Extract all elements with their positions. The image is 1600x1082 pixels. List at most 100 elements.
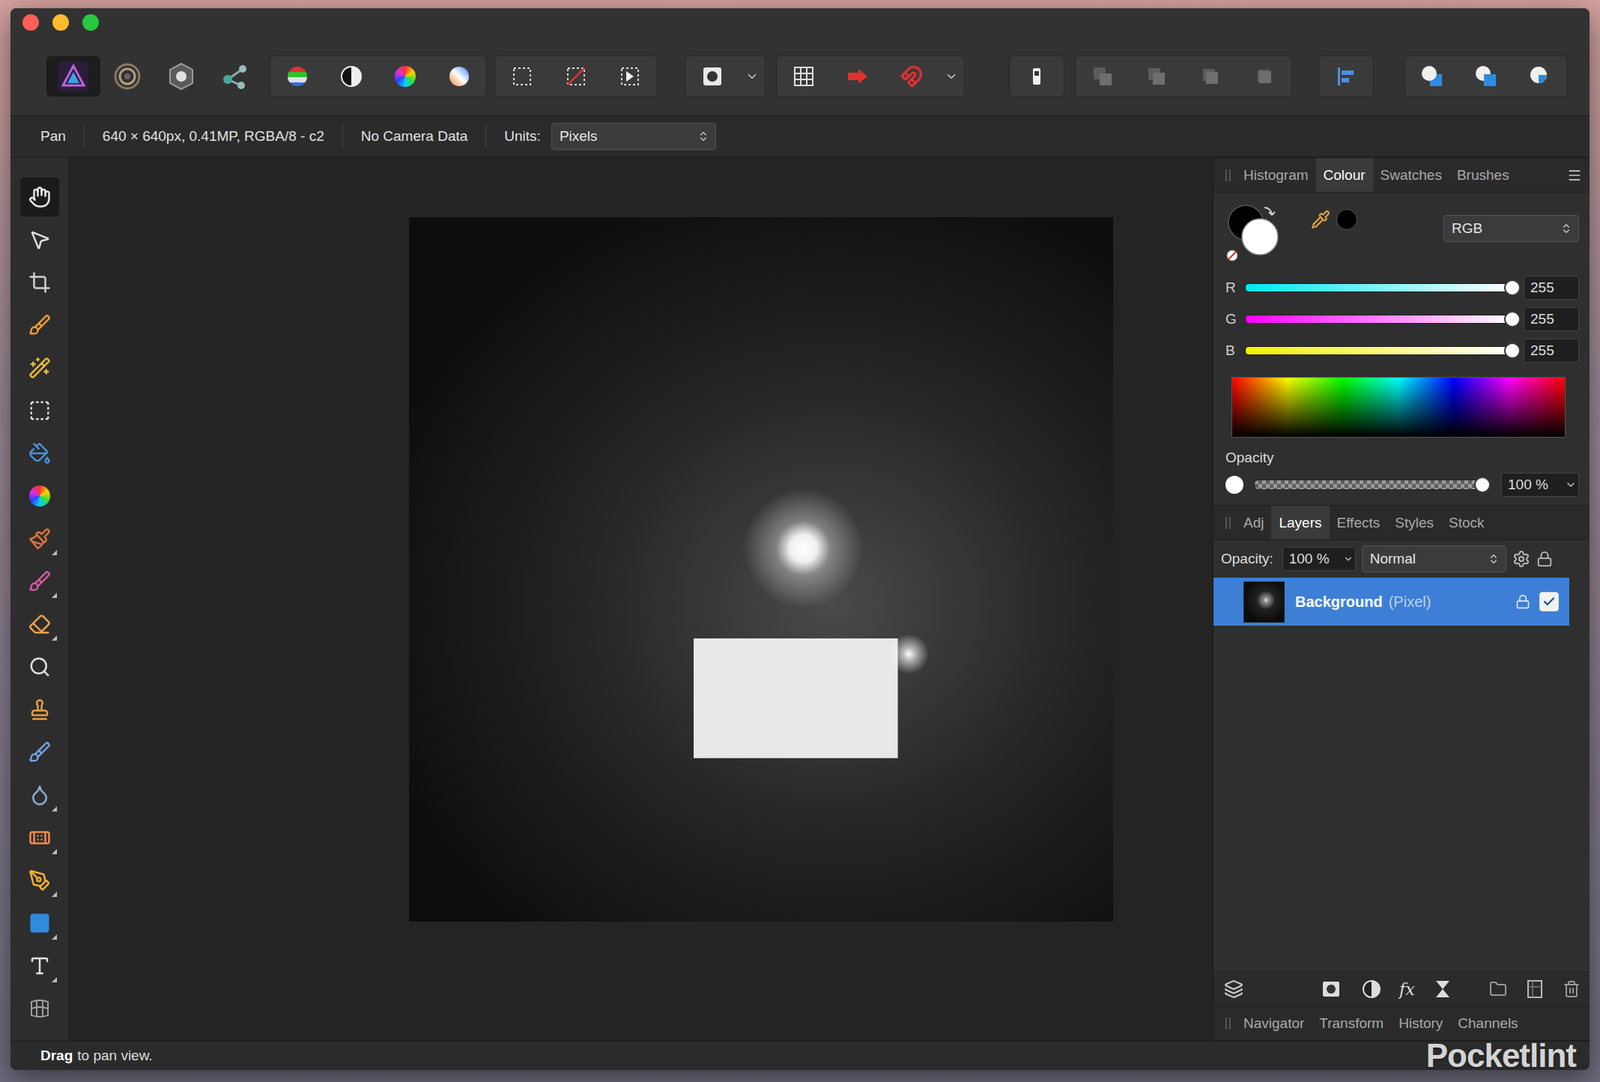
channel-value[interactable]: 255 xyxy=(1523,275,1580,300)
tool-button[interactable] xyxy=(20,519,60,559)
blend-mode-select[interactable]: Normal xyxy=(1361,545,1507,573)
photo[interactable] xyxy=(408,217,1114,922)
minimize-button[interactable] xyxy=(52,14,69,31)
panel-tab[interactable]: Transform xyxy=(1311,1005,1392,1040)
panel-tab[interactable]: Histogram xyxy=(1235,158,1317,192)
tool-button[interactable] xyxy=(20,689,60,729)
slider-thumb[interactable] xyxy=(1504,279,1521,296)
arrange-button[interactable] xyxy=(1129,56,1184,97)
snapping-dropdown[interactable] xyxy=(938,56,965,97)
arrange-button[interactable] xyxy=(1075,56,1130,97)
tool-button[interactable] xyxy=(20,903,60,943)
levels-button[interactable] xyxy=(270,56,325,97)
tool-button[interactable] xyxy=(20,348,60,388)
snapping-button[interactable] xyxy=(884,56,939,97)
assistant-button[interactable] xyxy=(830,56,885,97)
arrange-icon xyxy=(1251,63,1278,90)
adjustment-icon xyxy=(1358,976,1385,1002)
layer-row[interactable]: Background(Pixel) xyxy=(1213,577,1570,626)
inpaint-button[interactable] xyxy=(1009,56,1064,97)
smudge-icon xyxy=(28,740,51,764)
tool-button[interactable] xyxy=(20,860,60,900)
tool-button[interactable] xyxy=(20,732,60,772)
hue-button[interactable] xyxy=(378,56,433,97)
slider-thumb[interactable] xyxy=(1474,476,1491,493)
colour-spectrum[interactable] xyxy=(1231,376,1566,438)
select-all-button[interactable] xyxy=(495,56,550,97)
persona-button[interactable] xyxy=(46,56,101,97)
grip-icon[interactable] xyxy=(1219,1005,1236,1040)
deselect-button[interactable] xyxy=(549,56,603,97)
tool-button[interactable] xyxy=(20,220,60,260)
opacity-value[interactable]: 100 % xyxy=(1501,472,1580,497)
opacity-slider[interactable] xyxy=(1253,479,1484,490)
panel-tab[interactable]: Layers xyxy=(1271,505,1329,540)
grip-icon[interactable] xyxy=(1219,505,1236,540)
intersect-button[interactable] xyxy=(1513,56,1568,97)
layers-icon[interactable] xyxy=(1223,979,1244,999)
grid-button[interactable] xyxy=(776,56,831,97)
channel-value[interactable]: 255 xyxy=(1523,307,1580,332)
panel-tab[interactable]: History xyxy=(1391,1005,1451,1040)
visibility-checkbox[interactable] xyxy=(1539,591,1559,612)
mask-dropdown[interactable] xyxy=(739,56,765,97)
tool-button[interactable] xyxy=(20,775,60,815)
align-button[interactable] xyxy=(1319,56,1374,97)
channel-value[interactable]: 255 xyxy=(1523,338,1580,363)
panel-tab[interactable]: Swatches xyxy=(1373,158,1450,192)
channel-slider[interactable] xyxy=(1244,314,1514,324)
panel-tab[interactable]: Styles xyxy=(1387,505,1442,540)
fx-button[interactable]: fx xyxy=(1399,979,1415,999)
persona-button[interactable] xyxy=(100,56,155,97)
panel-tab[interactable]: Channels xyxy=(1450,1005,1526,1040)
layer-opacity[interactable]: 100 % xyxy=(1282,546,1356,571)
panel-tab[interactable]: Stock xyxy=(1441,505,1493,540)
colour-model-select[interactable]: RGB xyxy=(1443,214,1580,242)
tool-button[interactable] xyxy=(20,262,60,302)
panel-menu[interactable] xyxy=(1567,158,1590,192)
tool-button[interactable] xyxy=(20,647,60,687)
panel-tab[interactable]: Colour xyxy=(1316,158,1374,192)
panel-tab[interactable]: Navigator xyxy=(1235,1005,1312,1040)
trash-icon[interactable] xyxy=(1562,979,1581,998)
slider-thumb[interactable] xyxy=(1504,342,1521,359)
colour-swatches-icon[interactable] xyxy=(1225,202,1286,263)
slider-thumb[interactable] xyxy=(1504,310,1521,328)
lock-icon[interactable] xyxy=(1536,550,1553,568)
channel-slider[interactable] xyxy=(1244,283,1514,293)
zoom-button[interactable] xyxy=(82,14,99,31)
persona-button[interactable] xyxy=(154,56,209,97)
close-button[interactable] xyxy=(22,14,39,31)
pipette-icon[interactable] xyxy=(1310,209,1331,230)
panel-tab[interactable]: Adj xyxy=(1235,505,1272,540)
canvas[interactable] xyxy=(69,157,1213,1041)
grip-icon[interactable] xyxy=(1219,158,1236,192)
arrange-button[interactable] xyxy=(1183,56,1238,97)
layer-lock-icon[interactable] xyxy=(1515,594,1531,609)
tool-button[interactable] xyxy=(20,177,60,217)
units-select[interactable]: Pixels xyxy=(551,122,717,150)
tool-button[interactable] xyxy=(20,476,60,516)
tool-button[interactable] xyxy=(20,817,60,857)
arrange-button[interactable] xyxy=(1237,56,1292,97)
tool-button[interactable] xyxy=(20,433,60,473)
subtract-button[interactable] xyxy=(1459,56,1514,97)
contrast-button[interactable] xyxy=(324,56,379,97)
tool-button[interactable] xyxy=(20,604,60,644)
tool-button[interactable] xyxy=(20,305,60,345)
quick-mask-button[interactable] xyxy=(685,56,740,97)
tool-button[interactable] xyxy=(20,561,60,601)
persona-button[interactable] xyxy=(208,56,263,97)
channel-slider[interactable] xyxy=(1244,346,1514,356)
folder-icon[interactable] xyxy=(1489,979,1508,998)
tool-button[interactable] xyxy=(20,391,60,430)
panel-tab[interactable]: Effects xyxy=(1329,505,1389,540)
add-button[interactable] xyxy=(1405,56,1460,97)
white-balance-button[interactable] xyxy=(432,56,487,97)
picked-colour[interactable] xyxy=(1336,208,1358,230)
invert-selection-button[interactable] xyxy=(602,56,657,97)
tool-button[interactable] xyxy=(20,946,60,986)
gear-icon[interactable] xyxy=(1512,549,1531,568)
panel-tab[interactable]: Brushes xyxy=(1449,158,1517,192)
tool-button[interactable] xyxy=(20,988,60,1028)
